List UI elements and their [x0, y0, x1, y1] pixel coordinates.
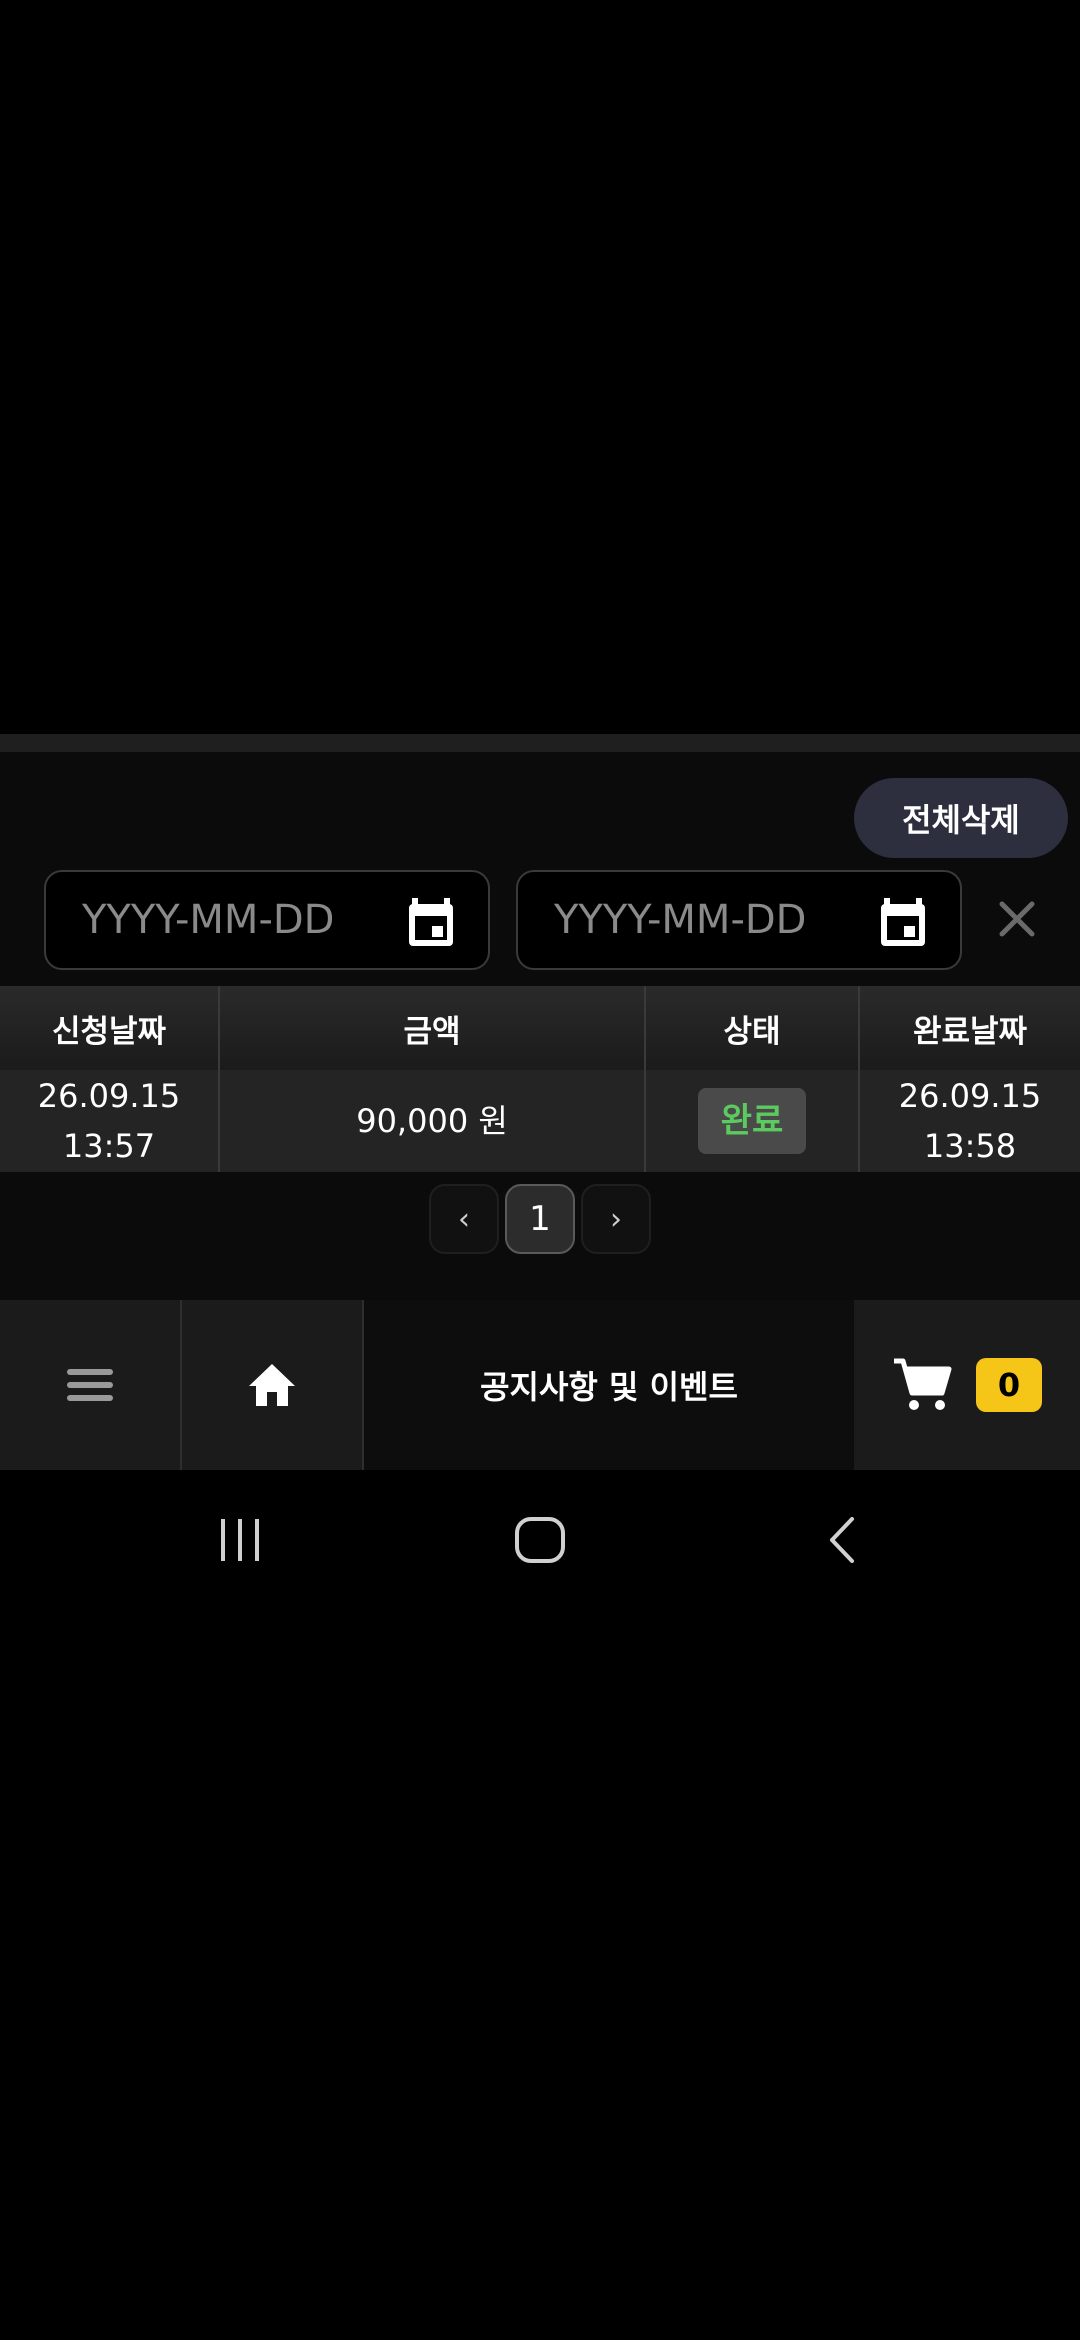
amount-cell: 90,000 원 — [220, 1070, 646, 1172]
status-badge: 완료 — [698, 1088, 806, 1154]
header-status: 상태 — [646, 986, 860, 1070]
hamburger-menu-icon — [67, 1369, 113, 1401]
notice-events-button[interactable]: 공지사항 및 이벤트 — [364, 1300, 854, 1470]
system-navigation-bar — [0, 1470, 1080, 1610]
recent-apps-button[interactable] — [190, 1490, 290, 1590]
header-complete-date: 완료날짜 — [912, 1013, 1028, 1050]
request-datetime-cell: 26.09.15 13:57 — [0, 1070, 220, 1172]
home-button[interactable] — [182, 1300, 364, 1470]
start-date-field[interactable] — [44, 870, 490, 970]
cart-button[interactable]: 0 — [854, 1300, 1080, 1470]
header-request-date: 신청날짜 — [0, 986, 220, 1070]
request-time: 13:57 — [62, 1127, 156, 1165]
table-row: 26.09.15 13:57 90,000 원 완료 26.09.15 13:5… — [0, 1070, 1080, 1172]
calendar-icon[interactable] — [878, 896, 928, 948]
system-home-icon — [515, 1517, 565, 1563]
section-divider — [0, 734, 1080, 752]
status-cell: 완료 — [646, 1070, 860, 1172]
cart-icon — [894, 1358, 952, 1410]
end-date-field[interactable] — [516, 870, 962, 970]
complete-date: 26.09.15 — [898, 1077, 1042, 1115]
close-icon[interactable] — [992, 894, 1042, 944]
home-icon — [249, 1364, 295, 1406]
complete-datetime-cell: 26.09.15 13:58 — [860, 1070, 1080, 1172]
back-icon — [830, 1517, 854, 1563]
system-home-button[interactable] — [490, 1490, 590, 1590]
page-number-button[interactable]: 1 — [505, 1184, 575, 1254]
request-date: 26.09.15 — [37, 1077, 181, 1115]
history-table: 신청날짜 금액 상태 완료날짜 26.09.15 13:57 90,000 원 … — [0, 986, 1080, 1172]
calendar-icon[interactable] — [406, 896, 456, 948]
delete-all-button[interactable]: 전체삭제 — [854, 778, 1068, 858]
start-date-input[interactable] — [82, 892, 402, 948]
table-header: 신청날짜 금액 상태 완료날짜 — [0, 986, 1080, 1070]
menu-button[interactable] — [0, 1300, 182, 1470]
next-page-button[interactable]: › — [581, 1184, 651, 1254]
header-amount: 금액 — [220, 986, 646, 1070]
pagination: ‹ 1 › — [0, 1184, 1080, 1254]
complete-time: 13:58 — [923, 1127, 1017, 1165]
prev-page-button[interactable]: ‹ — [429, 1184, 499, 1254]
bottom-bar: 공지사항 및 이벤트 0 — [0, 1300, 1080, 1470]
back-button[interactable] — [792, 1490, 892, 1590]
cart-count-badge: 0 — [976, 1358, 1042, 1412]
recent-apps-icon — [221, 1519, 259, 1561]
amount-value: 90,000 원 — [356, 1102, 508, 1140]
end-date-input[interactable] — [554, 892, 874, 948]
